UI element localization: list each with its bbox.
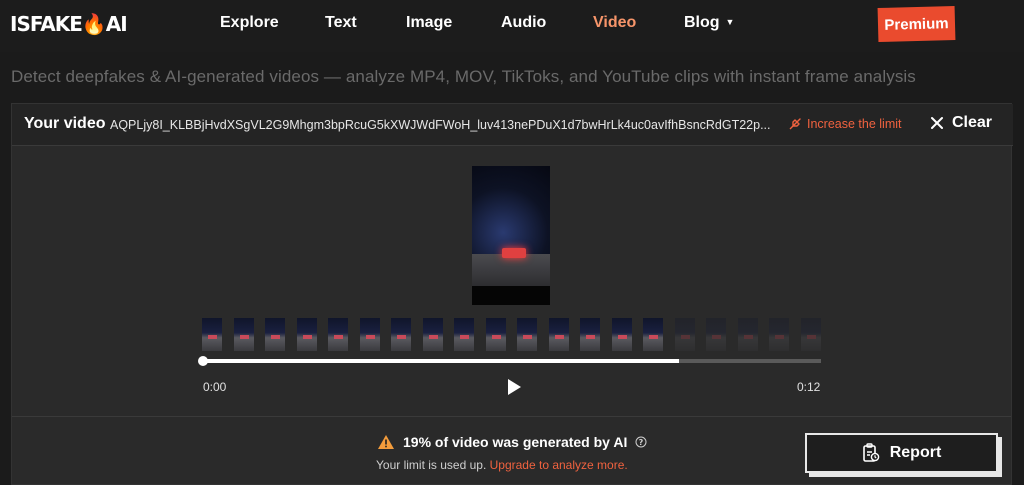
frame-thumbnail[interactable] <box>359 318 380 351</box>
brand-logo[interactable]: ISFAKE🔥AI <box>10 12 128 36</box>
video-file-name: AQPLjy8I_KLBBjHvdXSgVL2G9Mhgm3bpRcuG5kXW… <box>110 118 771 132</box>
svg-text:?: ? <box>639 438 644 447</box>
progress-fill <box>203 359 679 363</box>
frame-strip <box>202 318 822 351</box>
playhead-knob[interactable] <box>198 356 208 366</box>
logo-text-right: AI <box>105 12 128 36</box>
detection-result: 19% of video was generated by AI ? <box>377 434 647 450</box>
frame-thumbnail[interactable] <box>296 318 317 351</box>
duration: 0:12 <box>797 380 821 394</box>
clear-button[interactable]: Clear <box>930 114 992 132</box>
result-text: 19% of video was generated by AI <box>403 434 628 450</box>
divider <box>12 416 1011 417</box>
chevron-down-icon: ▼ <box>725 17 735 27</box>
frame-thumbnail[interactable] <box>737 318 758 351</box>
play-icon[interactable] <box>506 378 522 396</box>
frame-thumbnail[interactable] <box>328 318 348 351</box>
page-tagline: Detect deepfakes & AI-generated videos —… <box>11 67 916 86</box>
nav-blog[interactable]: Blog ▼ <box>684 14 734 32</box>
clipboard-report-icon <box>862 443 880 462</box>
nav-audio[interactable]: Audio <box>501 14 546 32</box>
report-button[interactable]: Report <box>805 433 998 473</box>
frame-thumbnail[interactable] <box>202 318 222 351</box>
rocket-icon <box>789 118 801 130</box>
premium-button[interactable]: Premium <box>877 5 956 43</box>
frame-thumbnail[interactable] <box>454 318 474 351</box>
current-time: 0:00 <box>203 380 227 394</box>
frame-thumbnail[interactable] <box>391 318 411 351</box>
report-label: Report <box>889 444 942 461</box>
preview-sky <box>472 166 550 261</box>
frame-thumbnail[interactable] <box>643 318 663 351</box>
upgrade-link[interactable]: Upgrade to analyze more. <box>490 458 628 472</box>
limit-text: Your limit is used up. <box>376 458 487 472</box>
video-preview[interactable] <box>472 166 550 305</box>
frame-thumbnail[interactable] <box>485 318 506 351</box>
frame-thumbnail[interactable] <box>548 318 569 351</box>
nav-explore[interactable]: Explore <box>220 14 279 32</box>
frame-thumbnail[interactable] <box>769 318 789 351</box>
help-icon[interactable]: ? <box>635 436 647 448</box>
nav-image[interactable]: Image <box>406 14 452 32</box>
flame-icon: 🔥 <box>81 12 107 36</box>
preview-red-sign <box>502 248 526 258</box>
panel-header: Your video AQPLjy8I_KLBBjHvdXSgVL2G9Mhgm… <box>12 104 1013 146</box>
frame-thumbnail[interactable] <box>674 318 695 351</box>
limit-message: Your limit is used up. Upgrade to analyz… <box>376 458 628 472</box>
close-icon <box>931 117 943 129</box>
video-panel: Your video AQPLjy8I_KLBBjHvdXSgVL2G9Mhgm… <box>11 103 1013 485</box>
warning-icon <box>378 435 394 449</box>
progress-track[interactable] <box>203 359 821 363</box>
top-navigation-bar: ISFAKE🔥AI Explore Text Image Audio Video… <box>0 0 1024 52</box>
logo-text-left: ISFAKE <box>10 12 83 36</box>
panel-title: Your video <box>24 115 106 132</box>
frame-thumbnail[interactable] <box>422 318 443 351</box>
frame-thumbnail[interactable] <box>611 318 632 351</box>
nav-text[interactable]: Text <box>325 14 357 32</box>
frame-thumbnail[interactable] <box>517 318 537 351</box>
frame-thumbnail[interactable] <box>265 318 285 351</box>
frame-thumbnail[interactable] <box>706 318 726 351</box>
frame-thumbnail[interactable] <box>800 318 821 351</box>
nav-video[interactable]: Video <box>593 14 636 32</box>
clear-label: Clear <box>952 114 993 131</box>
increase-limit-link[interactable]: Increase the limit <box>788 117 901 131</box>
preview-ground <box>472 254 550 286</box>
frame-thumbnail[interactable] <box>233 318 254 351</box>
frame-thumbnail[interactable] <box>580 318 600 351</box>
increase-limit-label: Increase the limit <box>807 117 902 131</box>
nav-blog-label: Blog <box>684 14 720 31</box>
preview-letterbox <box>472 286 550 305</box>
